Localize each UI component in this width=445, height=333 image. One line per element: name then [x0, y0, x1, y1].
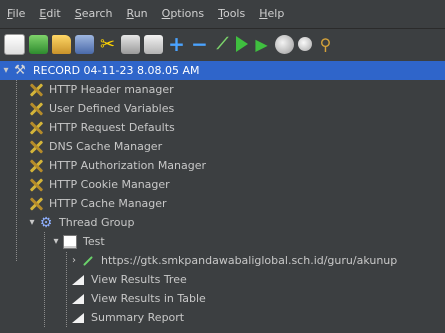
tree-item-label: HTTP Request Defaults: [49, 121, 175, 134]
config-element-icon: [28, 139, 44, 155]
clear-icon[interactable]: ⚲: [316, 35, 335, 54]
thread-group-icon: ⚙: [39, 214, 53, 231]
tree-root-row[interactable]: ▾ ⚒ RECORD 04-11-23 8.08.05 AM: [0, 61, 445, 80]
menu-search[interactable]: Search: [68, 0, 120, 28]
paste-icon[interactable]: [144, 34, 163, 54]
tree-item-label: HTTP Cache Manager: [49, 197, 167, 210]
tree-item-dns-cache-manager[interactable]: DNS Cache Manager: [0, 137, 445, 156]
testplan-icon: ⚒: [14, 63, 26, 78]
config-element-icon: [28, 196, 44, 212]
config-element-icon: [28, 101, 44, 117]
collapse-toggle-icon[interactable]: ›: [68, 255, 80, 266]
test-plan-tree: ▾ ⚒ RECORD 04-11-23 8.08.05 AM HTTP Head…: [0, 61, 445, 333]
tree-item-label: View Results Tree: [91, 273, 187, 286]
tree-item-test[interactable]: ▾ Test: [0, 232, 445, 251]
listener-icon: [70, 310, 86, 326]
tree-item-label: User Defined Variables: [49, 102, 175, 115]
tree-item-summary-report[interactable]: Summary Report: [0, 308, 445, 327]
tree-item-http-request-defaults[interactable]: HTTP Request Defaults: [0, 118, 445, 137]
tree-item-label: Thread Group: [59, 216, 135, 229]
tree-item-label: Test: [83, 235, 105, 248]
config-element-icon: [28, 177, 44, 193]
collapse-icon[interactable]: −: [190, 32, 209, 56]
menu-bar: File Edit Search Run Options Tools Help: [0, 0, 445, 29]
stop-icon[interactable]: [275, 34, 294, 54]
tree-item-label: HTTP Cookie Manager: [49, 178, 170, 191]
shutdown-icon[interactable]: [298, 37, 312, 51]
tree-item-label: https://gtk.smkpandawabaliglobal.sch.id/…: [101, 254, 398, 267]
tree-item-label: HTTP Authorization Manager: [49, 159, 207, 172]
templates-icon[interactable]: [29, 34, 48, 54]
tree-item-view-results-tree[interactable]: View Results Tree: [0, 270, 445, 289]
tree-item-thread-group[interactable]: ▾ ⚙ Thread Group: [0, 213, 445, 232]
menu-options[interactable]: Options: [155, 0, 211, 28]
listener-icon: [70, 272, 86, 288]
tree-item-label: HTTP Header manager: [49, 83, 174, 96]
new-icon[interactable]: [4, 33, 25, 55]
config-element-icon: [28, 120, 44, 136]
listener-icon: [70, 291, 86, 307]
tree-root-label: RECORD 04-11-23 8.08.05 AM: [33, 64, 200, 77]
start-no-pauses-icon[interactable]: ▶: [252, 35, 271, 54]
transaction-controller-icon: [62, 234, 78, 250]
expand-toggle-icon[interactable]: ▾: [26, 217, 38, 228]
open-icon[interactable]: [52, 34, 71, 54]
tree-item-view-results-in-table[interactable]: View Results in Table: [0, 289, 445, 308]
cut-icon[interactable]: ✂: [98, 34, 117, 55]
tree-item-http-header-manager[interactable]: HTTP Header manager: [0, 80, 445, 99]
toggle-icon[interactable]: ⟋: [213, 34, 232, 54]
tree-item-http-cache-manager[interactable]: HTTP Cache Manager: [0, 194, 445, 213]
start-icon[interactable]: [236, 36, 248, 52]
menu-edit[interactable]: Edit: [32, 0, 67, 28]
config-element-icon: [28, 158, 44, 174]
expand-toggle-icon[interactable]: ▾: [0, 65, 12, 76]
tree-item-label: DNS Cache Manager: [49, 140, 163, 153]
tree-item-label: View Results in Table: [91, 292, 206, 305]
expand-icon[interactable]: +: [167, 32, 186, 56]
tree-item-http-request[interactable]: › https://gtk.smkpandawabaliglobal.sch.i…: [0, 251, 445, 270]
copy-icon[interactable]: [121, 34, 140, 54]
menu-run[interactable]: Run: [120, 0, 155, 28]
menu-file[interactable]: File: [0, 0, 32, 28]
tree-item-http-authorization-manager[interactable]: HTTP Authorization Manager: [0, 156, 445, 175]
tree-item-http-cookie-manager[interactable]: HTTP Cookie Manager: [0, 175, 445, 194]
menu-tools[interactable]: Tools: [211, 0, 252, 28]
expand-toggle-icon[interactable]: ▾: [50, 236, 62, 247]
toolbar: ✂ + − ⟋ ▶ ⚲: [0, 29, 445, 59]
save-icon[interactable]: [75, 34, 94, 54]
tree-item-user-defined-variables[interactable]: User Defined Variables: [0, 99, 445, 118]
config-element-icon: [28, 82, 44, 98]
tree-item-label: Summary Report: [91, 311, 185, 324]
menu-help[interactable]: Help: [252, 0, 291, 28]
sampler-icon: [80, 253, 96, 269]
